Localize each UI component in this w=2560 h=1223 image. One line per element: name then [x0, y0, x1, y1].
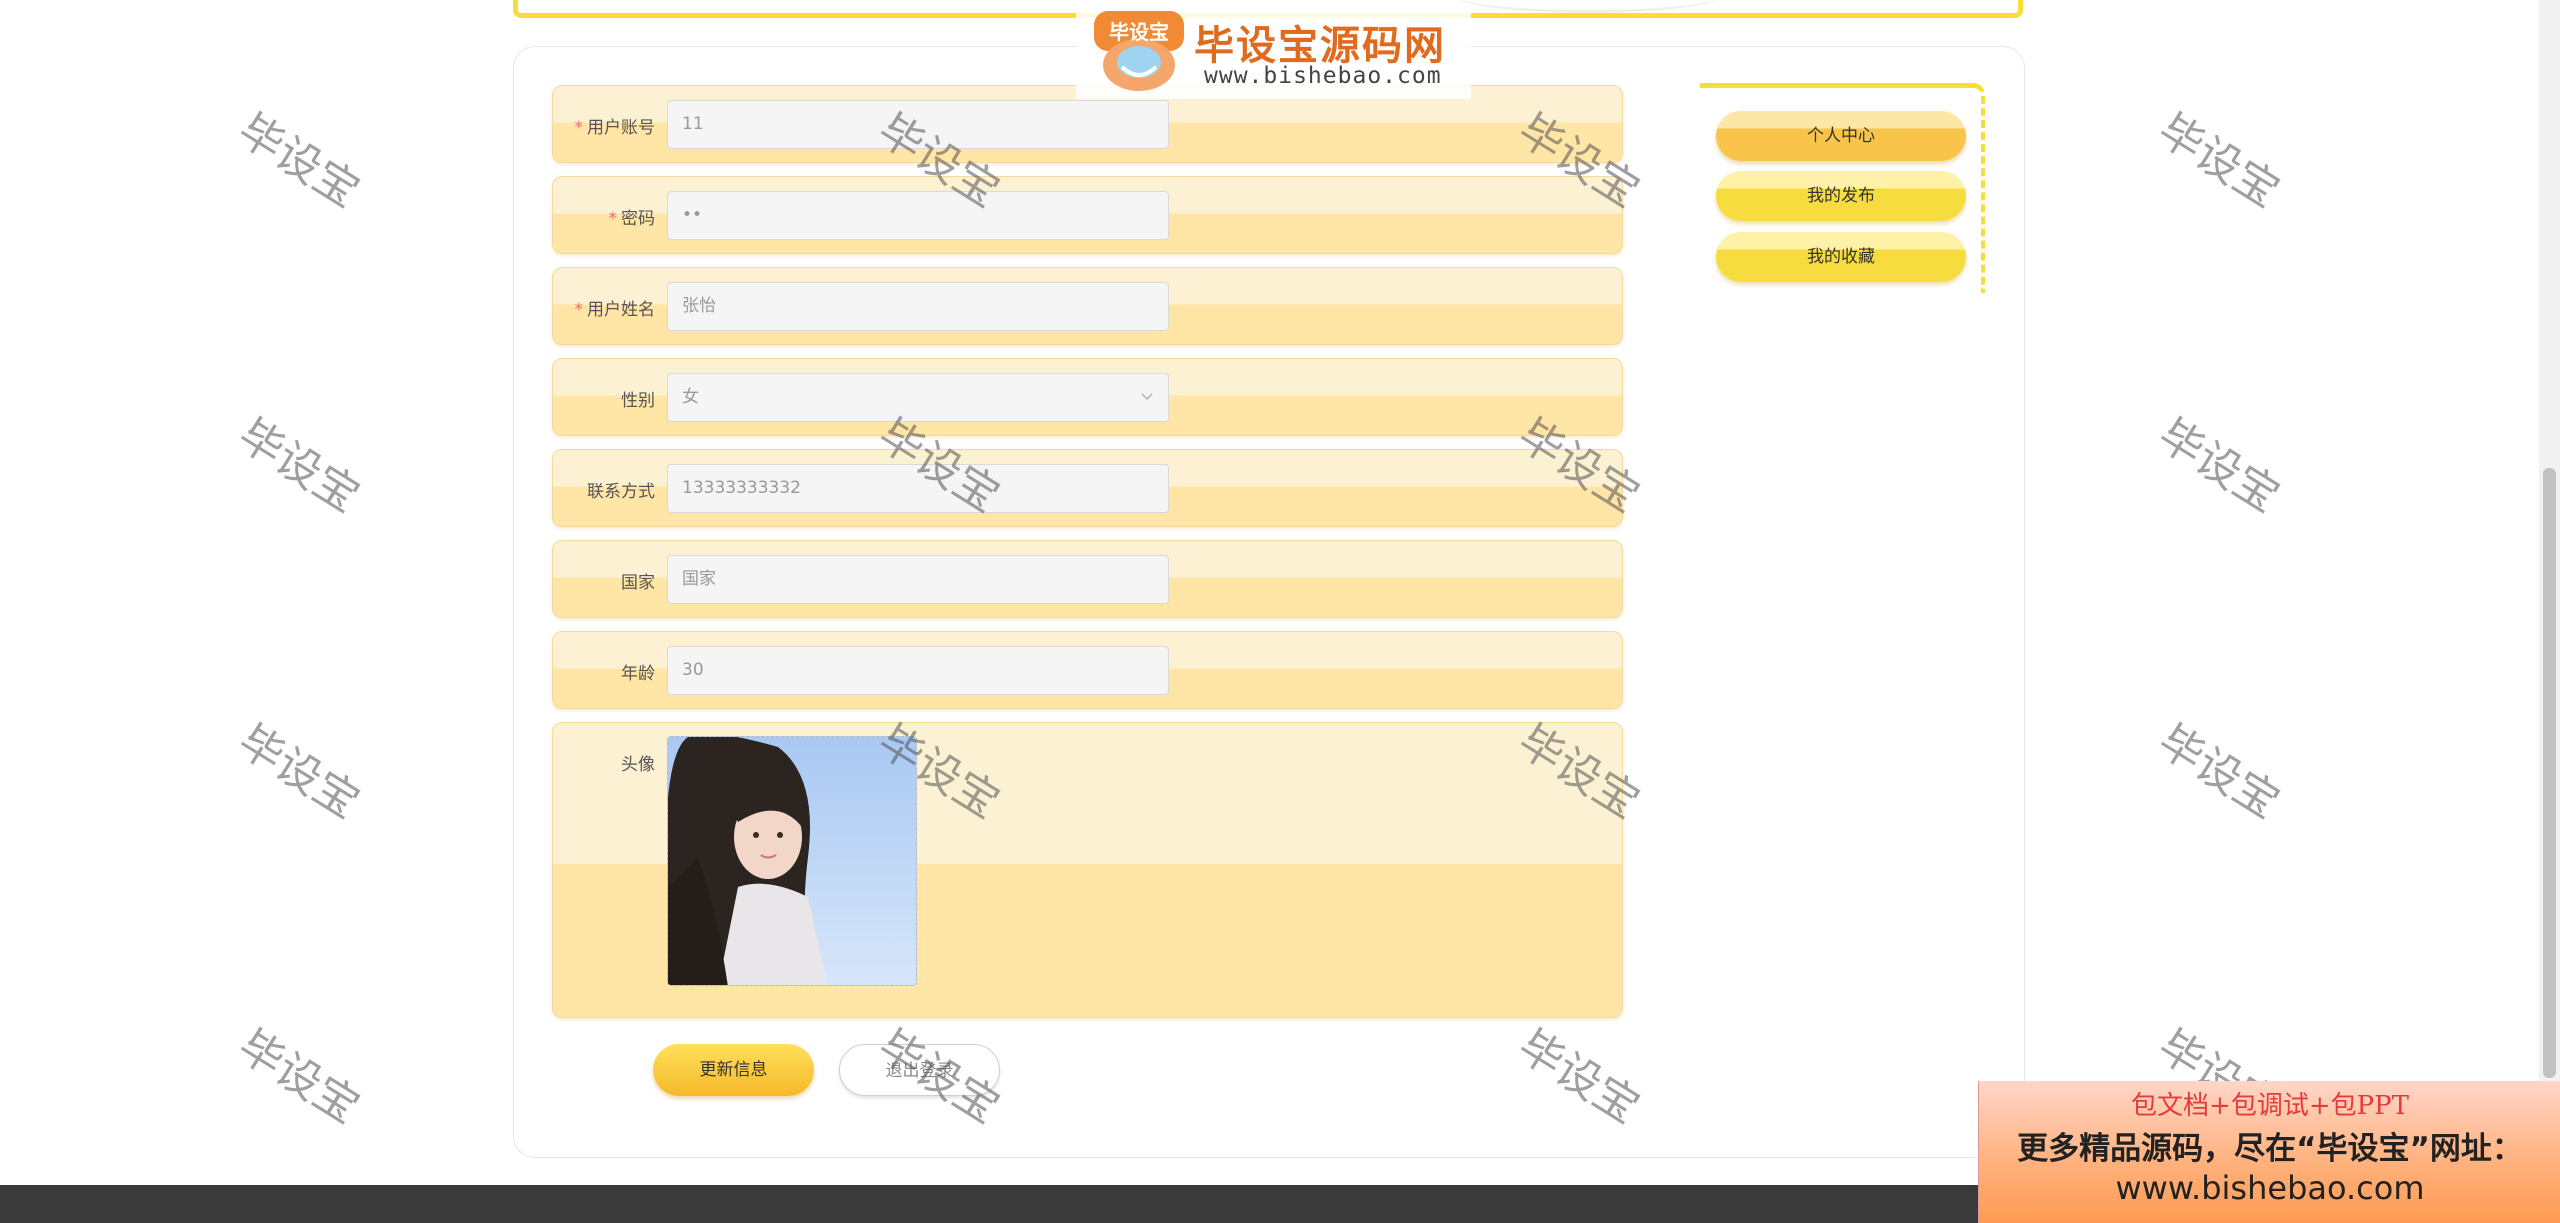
side-nav-my-posts[interactable]: 我的发布	[1716, 171, 1966, 221]
side-nav: 个人中心 我的发布 我的收藏	[1700, 83, 1985, 293]
watermark: 毕设宝	[229, 1020, 369, 1134]
ad-banner[interactable]: 包文档+包调试+包PPT 更多精品源码，尽在“毕设宝”网址： www.bishe…	[1978, 1081, 2560, 1223]
logout-button[interactable]: 退出登录	[839, 1044, 1000, 1096]
contact-input[interactable]: 13333333332	[667, 464, 1169, 513]
chevron-down-icon	[1140, 374, 1154, 441]
form-row-avatar: 头像	[552, 722, 1623, 1018]
contact-label: 联系方式	[587, 482, 655, 502]
logo-url: www.bishebao.com	[1204, 63, 1442, 89]
gender-select[interactable]: 女	[667, 373, 1169, 422]
avatar-image	[668, 737, 916, 985]
form-row-password: * 密码 ••	[552, 176, 1623, 254]
watermark: 毕设宝	[229, 715, 369, 829]
form-row-name: * 用户姓名 张怡	[552, 267, 1623, 345]
age-label: 年龄	[621, 664, 655, 684]
gender-label: 性别	[621, 391, 655, 411]
account-input[interactable]: 11	[667, 100, 1169, 149]
watermark: 毕设宝	[229, 409, 369, 523]
vertical-scrollbar[interactable]	[2539, 0, 2560, 1223]
site-logo: 毕设宝 毕设宝源码网 www.bishebao.com	[1076, 3, 1471, 99]
banner-decoration	[1458, 0, 1718, 13]
form-row-country: 国家 国家	[552, 540, 1623, 618]
form-row-age: 年龄 30	[552, 631, 1623, 709]
logo-badge-text: 毕设宝	[1109, 20, 1169, 44]
form-row-contact: 联系方式 13333333332	[552, 449, 1623, 527]
avatar-label: 头像	[621, 755, 655, 775]
side-nav-personal-center[interactable]: 个人中心	[1716, 111, 1966, 161]
country-label: 国家	[621, 573, 655, 593]
age-input[interactable]: 30	[667, 646, 1169, 695]
ad-line-1: 包文档+包调试+包PPT	[2131, 1091, 2409, 1121]
password-input[interactable]: ••	[667, 191, 1169, 240]
logo-badge-icon: 毕设宝	[1094, 11, 1184, 91]
form-row-gender: 性别 女	[552, 358, 1623, 436]
name-input[interactable]: 张怡	[667, 282, 1169, 331]
update-info-button[interactable]: 更新信息	[653, 1044, 814, 1096]
ad-line-2: 更多精品源码，尽在“毕设宝”网址：	[2017, 1131, 2523, 1167]
watermark: 毕设宝	[2149, 715, 2289, 829]
password-label: * 密码	[608, 209, 656, 229]
gender-value: 女	[682, 387, 699, 407]
avatar-upload[interactable]	[667, 736, 917, 986]
watermark: 毕设宝	[2149, 104, 2289, 218]
ad-line-3: www.bishebao.com	[2115, 1169, 2425, 1207]
country-input[interactable]: 国家	[667, 555, 1169, 604]
watermark: 毕设宝	[229, 104, 369, 218]
name-label: * 用户姓名	[574, 300, 656, 320]
scrollbar-thumb[interactable]	[2543, 468, 2556, 1078]
watermark: 毕设宝	[2149, 409, 2289, 523]
side-nav-my-favorites[interactable]: 我的收藏	[1716, 232, 1966, 282]
account-label: * 用户账号	[574, 118, 656, 138]
